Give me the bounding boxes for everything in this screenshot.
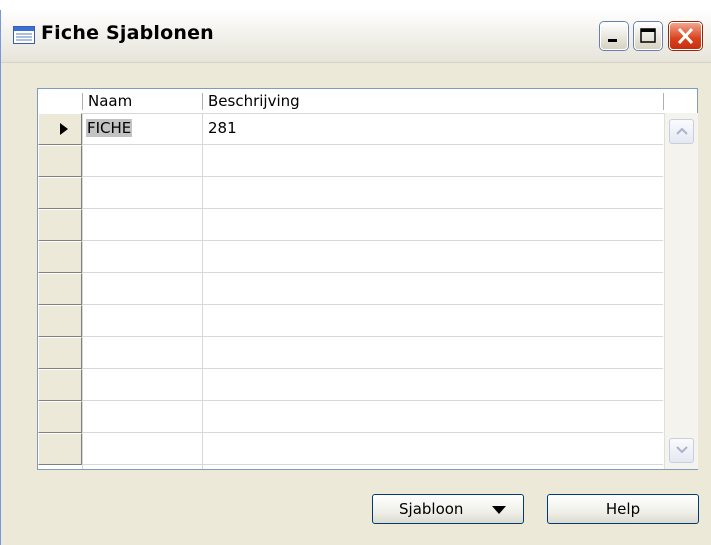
window-title: Fiche Sjablonen: [41, 22, 214, 44]
table-row: [82, 336, 663, 337]
table-row: [82, 432, 663, 433]
scroll-up-button[interactable]: [669, 119, 694, 144]
row-selector[interactable]: [38, 177, 82, 209]
row-selector[interactable]: [38, 209, 82, 241]
row-selector[interactable]: [38, 401, 82, 433]
template-grid: Naam Beschrijving FICHE 281: [37, 88, 698, 470]
table-row: [82, 464, 663, 465]
row-selector[interactable]: [38, 337, 82, 369]
table-row: [82, 304, 663, 305]
maximize-icon: [640, 28, 656, 43]
column-header-beschrijving[interactable]: Beschrijving: [202, 89, 662, 113]
row-selector[interactable]: [38, 433, 82, 465]
table-row: [82, 272, 663, 273]
fiche-sjablonen-window: Fiche Sjablonen Naam Beschrijving FICHE …: [0, 10, 711, 545]
form-icon: [13, 26, 35, 44]
header-separator: [663, 93, 664, 110]
current-row-arrow-icon: [60, 123, 68, 135]
table-row: [82, 144, 663, 145]
sjabloon-button[interactable]: Sjabloon: [372, 494, 524, 524]
row-selector[interactable]: [38, 369, 82, 401]
row-selector[interactable]: [38, 241, 82, 273]
row-selector[interactable]: [38, 305, 82, 337]
table-row: [82, 176, 663, 177]
sjabloon-label: Sjabloon: [399, 500, 464, 518]
minimize-icon: [608, 39, 617, 42]
column-header-row: Naam Beschrijving: [38, 89, 697, 114]
row-selector[interactable]: [38, 145, 82, 177]
column-divider: [202, 113, 203, 469]
scroll-down-button[interactable]: [669, 438, 694, 463]
row-selector[interactable]: [38, 273, 82, 305]
cell-naam[interactable]: FICHE: [86, 113, 133, 144]
table-row: [82, 240, 663, 241]
chevron-down-icon: [675, 446, 688, 454]
maximize-button[interactable]: [634, 22, 662, 50]
chevron-up-icon: [675, 127, 688, 135]
table-row: [82, 400, 663, 401]
minimize-button[interactable]: [600, 22, 628, 50]
help-button[interactable]: Help: [547, 494, 699, 524]
column-header-naam[interactable]: Naam: [82, 89, 202, 113]
row-selector[interactable]: [38, 113, 82, 145]
cell-naam-text: FICHE: [86, 119, 133, 137]
close-button[interactable]: [669, 22, 702, 50]
table-row: [82, 208, 663, 209]
dropdown-arrow-icon: [492, 506, 506, 514]
title-bar[interactable]: Fiche Sjablonen: [1, 10, 711, 63]
cell-beschrijving[interactable]: 281: [208, 113, 237, 144]
table-row: [82, 368, 663, 369]
column-divider: [82, 113, 83, 469]
close-icon: [677, 27, 694, 45]
vertical-scrollbar[interactable]: [664, 113, 698, 469]
